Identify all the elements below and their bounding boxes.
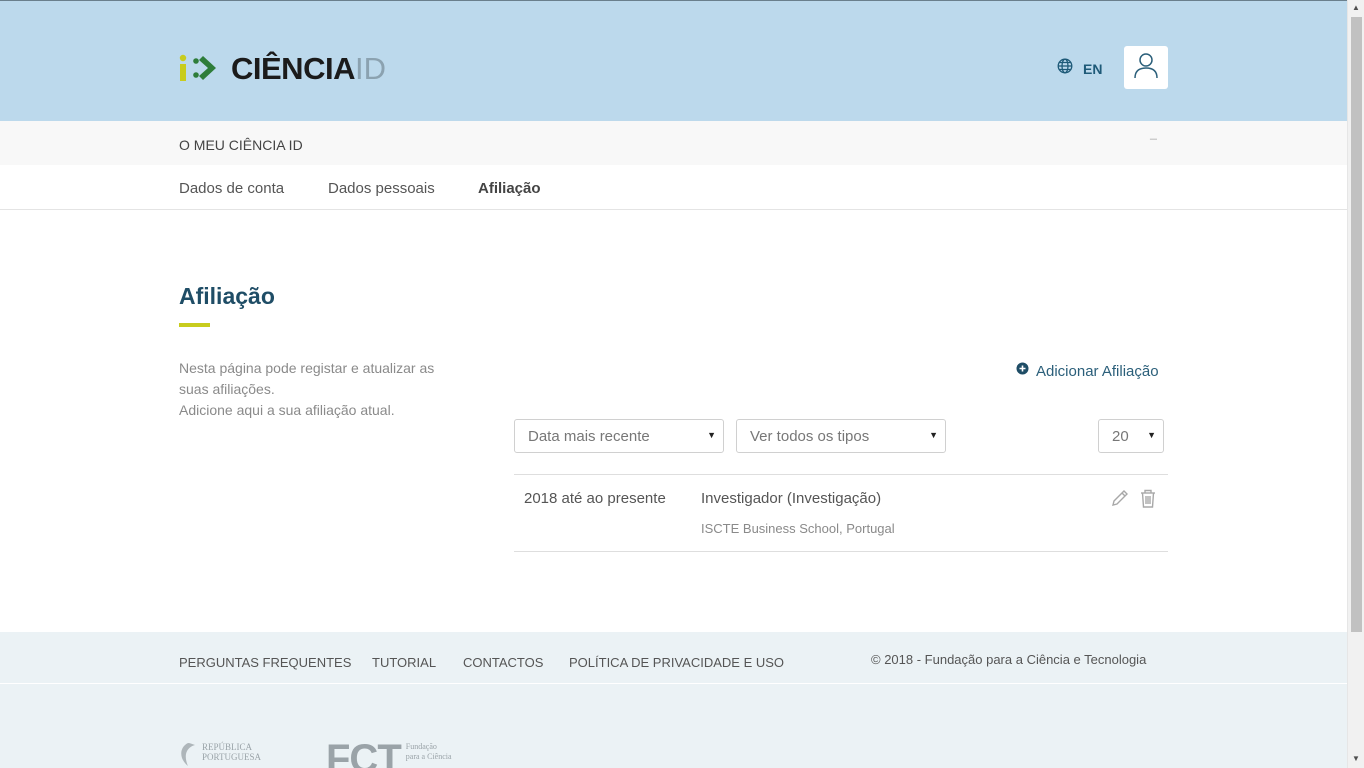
list-divider-top — [514, 474, 1168, 475]
caret-down-icon: ▼ — [1147, 430, 1156, 440]
affiliation-role: Investigador (Investigação) — [701, 490, 882, 507]
fct-line: para a Ciência — [405, 752, 452, 761]
fct-logo[interactable]: FCT Fundação para a Ciência — [326, 737, 452, 768]
top-header: CIÊNCIAID EN — [0, 0, 1347, 121]
type-filter-value: Ver todos os tipos — [750, 428, 870, 445]
intro-line: Nesta página pode registar e atualizar a… — [179, 360, 435, 376]
collapse-toggle-icon[interactable]: ▔ — [1150, 139, 1157, 150]
fct-line: Fundação — [405, 742, 437, 751]
logo-text: CIÊNCIA — [231, 51, 355, 86]
list-divider-bottom — [514, 551, 1168, 552]
copyright-text: © 2018 - Fundação para a Ciência e Tecno… — [871, 652, 1147, 667]
user-account-button[interactable] — [1124, 46, 1168, 89]
tab-afiliacao[interactable]: Afiliação — [478, 180, 541, 197]
vertical-scrollbar[interactable]: ▲ ▼ — [1347, 0, 1364, 768]
scrollbar-thumb[interactable] — [1351, 17, 1362, 632]
tab-dados-pessoais[interactable]: Dados pessoais — [328, 180, 435, 197]
republica-portuguesa-logo[interactable]: REPÚBLICA PORTUGUESA — [179, 742, 261, 768]
type-filter-select[interactable]: Ver todos os tipos ▼ — [736, 419, 946, 453]
footer-link-privacy[interactable]: POLÍTICA DE PRIVACIDADE E USO — [569, 655, 784, 670]
user-icon — [1131, 50, 1161, 85]
language-switcher[interactable]: EN — [1057, 58, 1102, 79]
logo-suffix: ID — [354, 51, 386, 86]
affiliation-organization: ISCTE Business School, Portugal — [701, 521, 895, 536]
logo-wordmark: CIÊNCIAID — [231, 52, 386, 86]
footer-link-faq[interactable]: PERGUNTAS FREQUENTES — [179, 655, 351, 670]
page-title: Afiliação — [179, 283, 275, 309]
add-affiliation-label: Adicionar Afiliação — [1036, 362, 1159, 380]
sort-select[interactable]: Data mais recente ▼ — [514, 419, 724, 453]
sort-select-value: Data mais recente — [528, 428, 650, 445]
affiliation-period: 2018 até ao presente — [524, 490, 666, 507]
footer: PERGUNTAS FREQUENTES TUTORIAL CONTACTOS … — [0, 632, 1347, 768]
page-size-value: 20 — [1112, 428, 1129, 445]
republica-line: PORTUGUESA — [202, 752, 261, 762]
intro-text: Nesta página pode registar e atualizar a… — [179, 358, 479, 421]
add-affiliation-link[interactable]: Adicionar Afiliação — [1016, 362, 1159, 380]
ciencia-id-logo-mark-icon — [179, 52, 225, 86]
intro-line: suas afiliações. — [179, 381, 275, 397]
scroll-up-arrow-icon[interactable]: ▲ — [1348, 3, 1364, 12]
plus-circle-icon — [1016, 362, 1029, 380]
my-account-title: O MEU CIÊNCIA ID — [179, 137, 303, 153]
account-tabs: Dados de conta Dados pessoais Afiliação — [0, 165, 1347, 210]
intro-line: Adicione aqui a sua afiliação atual. — [179, 402, 395, 418]
caret-down-icon: ▼ — [707, 430, 716, 440]
edit-affiliation-button[interactable] — [1110, 488, 1130, 513]
page-size-select[interactable]: 20 ▼ — [1098, 419, 1164, 453]
caret-down-icon: ▼ — [929, 430, 938, 440]
republica-emblem-icon — [179, 742, 197, 768]
delete-affiliation-button[interactable] — [1139, 488, 1157, 514]
scroll-down-arrow-icon[interactable]: ▼ — [1348, 754, 1364, 763]
fct-letters: FCT — [326, 737, 402, 768]
republica-text: REPÚBLICA PORTUGUESA — [202, 742, 261, 762]
language-label: EN — [1083, 60, 1103, 77]
republica-line: REPÚBLICA — [202, 742, 253, 752]
pencil-icon — [1110, 490, 1130, 512]
title-underline — [179, 323, 210, 327]
footer-link-tutorial[interactable]: TUTORIAL — [372, 655, 436, 670]
tab-dados-de-conta[interactable]: Dados de conta — [179, 180, 284, 197]
footer-link-contacts[interactable]: CONTACTOS — [463, 655, 543, 670]
fct-text: Fundação para a Ciência — [406, 742, 452, 762]
my-account-bar: O MEU CIÊNCIA ID ▔ — [0, 121, 1347, 165]
footer-separator — [0, 683, 1347, 684]
trash-icon — [1139, 489, 1157, 513]
ciencia-id-logo[interactable]: CIÊNCIAID — [179, 51, 386, 87]
globe-icon — [1057, 58, 1073, 79]
